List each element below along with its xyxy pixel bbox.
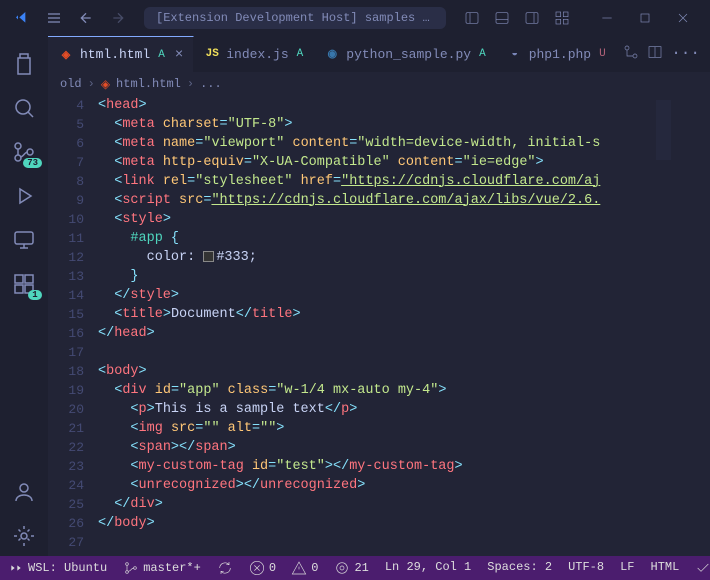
- encoding[interactable]: UTF-8: [560, 560, 612, 574]
- git-branch[interactable]: master*+: [115, 556, 209, 580]
- scm-badge: 73: [23, 158, 42, 168]
- source-control-icon[interactable]: 73: [0, 132, 48, 172]
- prettier-status[interactable]: Prettier: [687, 560, 710, 576]
- minimize-button[interactable]: [588, 4, 626, 32]
- breadcrumb-seg[interactable]: html.html: [116, 77, 181, 91]
- menu-icon[interactable]: [40, 4, 68, 32]
- vscode-icon[interactable]: [8, 4, 36, 32]
- tab-label: index.js: [226, 47, 288, 62]
- window-title[interactable]: [Extension Development Host] samples [WS…: [144, 7, 446, 29]
- minimap[interactable]: [650, 96, 710, 556]
- toggle-panel-icon[interactable]: [488, 4, 516, 32]
- chevron-right-icon: ›: [88, 77, 95, 91]
- titlebar: [Extension Development Host] samples [WS…: [0, 0, 710, 36]
- breadcrumb-seg[interactable]: old: [60, 77, 82, 91]
- eol[interactable]: LF: [612, 560, 642, 574]
- language-mode[interactable]: HTML: [643, 560, 688, 574]
- chevron-right-icon: ›: [187, 77, 194, 91]
- toggle-secondary-sidebar-icon[interactable]: [518, 4, 546, 32]
- tab-actions: ···: [623, 44, 710, 65]
- settings-gear-icon[interactable]: [0, 516, 48, 556]
- tab-label: php1.php: [529, 47, 591, 62]
- breadcrumb[interactable]: old › ◈ html.html › ...: [48, 72, 710, 96]
- git-status-badge: A: [158, 49, 165, 61]
- status-bar: WSL: Ubuntu master*+ 0 0 21 Ln 29, Col 1…: [0, 556, 710, 580]
- git-status-badge: A: [297, 48, 304, 60]
- remote-explorer-icon[interactable]: [0, 220, 48, 260]
- git-sync[interactable]: [209, 556, 241, 580]
- cursor-position[interactable]: Ln 29, Col 1: [377, 560, 479, 574]
- problems[interactable]: 0 0: [241, 556, 327, 580]
- explorer-icon[interactable]: [0, 44, 48, 84]
- remote-indicator[interactable]: WSL: Ubuntu: [0, 556, 115, 580]
- close-button[interactable]: [664, 4, 702, 32]
- accounts-icon[interactable]: [0, 472, 48, 512]
- editor[interactable]: 4567891011121314151617181920212223242526…: [48, 96, 710, 556]
- nav-forward-icon[interactable]: [104, 4, 132, 32]
- extensions-badge: 1: [28, 290, 42, 300]
- split-editor-icon[interactable]: [647, 44, 663, 65]
- tab-html-html[interactable]: ◈ html.html A ×: [48, 36, 194, 72]
- tab-python_sample-py[interactable]: ◉ python_sample.py A: [314, 36, 496, 72]
- js-icon: JS: [204, 46, 220, 62]
- more-actions-icon[interactable]: ···: [671, 44, 700, 65]
- maximize-button[interactable]: [626, 4, 664, 32]
- indentation[interactable]: Spaces: 2: [479, 560, 560, 574]
- toggle-primary-sidebar-icon[interactable]: [458, 4, 486, 32]
- close-icon[interactable]: ×: [175, 47, 183, 63]
- search-icon[interactable]: [0, 88, 48, 128]
- tab-php1-php[interactable]: ◒ php1.php U: [497, 36, 617, 72]
- customize-layout-icon[interactable]: [548, 4, 576, 32]
- tab-label: html.html: [80, 47, 150, 62]
- html5-icon: ◈: [58, 47, 74, 63]
- code-content[interactable]: <head> <meta charset="UTF-8"> <meta name…: [98, 96, 650, 556]
- activity-bar: 73 1: [0, 36, 48, 556]
- html5-icon: ◈: [101, 77, 110, 92]
- php-icon: ◒: [507, 46, 523, 62]
- debug-icon[interactable]: [0, 176, 48, 216]
- git-status-badge: A: [479, 48, 486, 60]
- breadcrumb-seg[interactable]: ...: [200, 77, 222, 91]
- ports[interactable]: 21: [326, 556, 376, 580]
- line-number-gutter: 4567891011121314151617181920212223242526…: [48, 96, 98, 556]
- tab-label: python_sample.py: [346, 47, 471, 62]
- nav-back-icon[interactable]: [72, 4, 100, 32]
- compare-changes-icon[interactable]: [623, 44, 639, 65]
- extensions-icon[interactable]: 1: [0, 264, 48, 304]
- git-status-badge: U: [599, 48, 606, 60]
- py-icon: ◉: [324, 46, 340, 62]
- tab-index-js[interactable]: JS index.js A: [194, 36, 314, 72]
- tab-bar: ◈ html.html A × JS index.js A ◉ python_sample.py…: [48, 36, 710, 72]
